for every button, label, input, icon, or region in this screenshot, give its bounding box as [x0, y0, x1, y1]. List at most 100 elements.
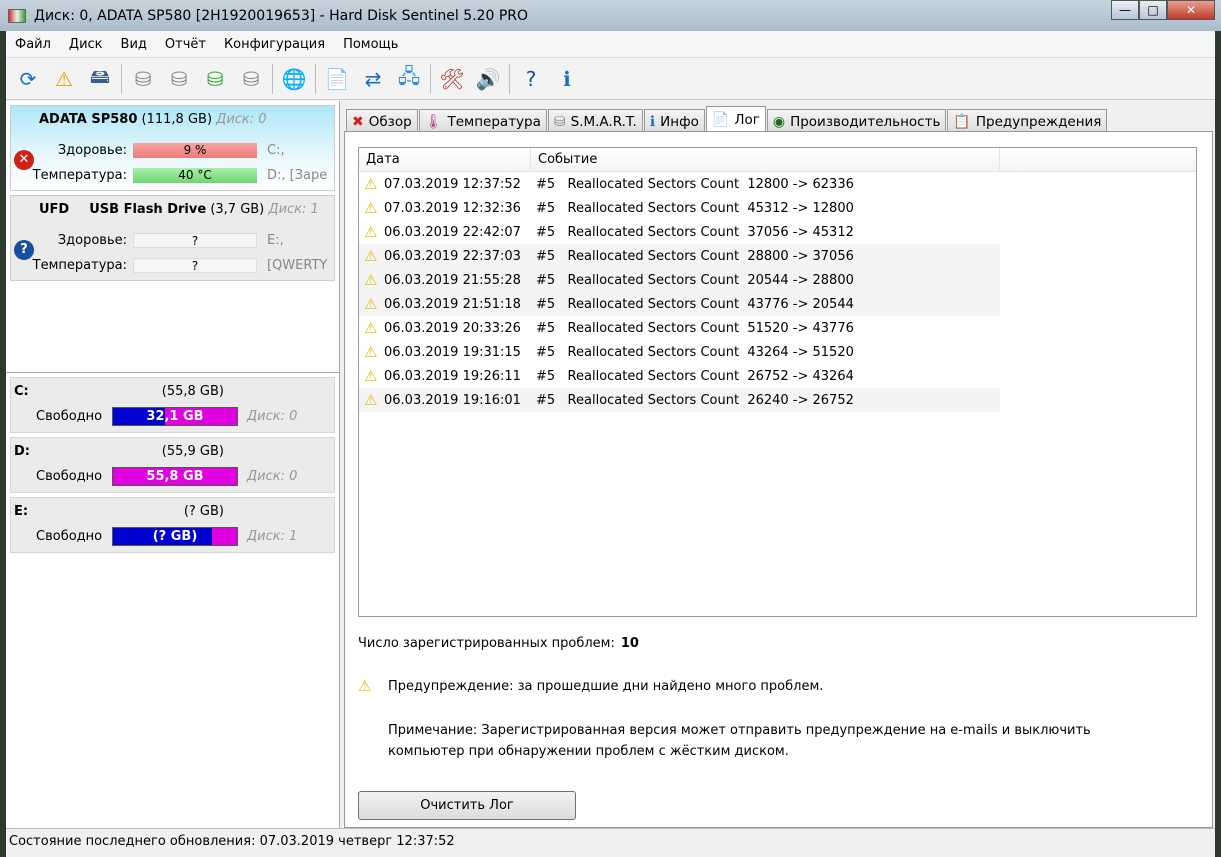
- web-icon[interactable]: 🌐: [278, 63, 310, 95]
- log-event: #5 Reallocated Sectors Count 37056 -> 45…: [536, 224, 854, 240]
- free-space-value: (? GB): [152, 529, 198, 544]
- table-row[interactable]: ⚠ 06.03.2019 21:55:28 #5 Reallocated Secto…: [359, 268, 1000, 292]
- network-icon[interactable]: 🖧: [393, 63, 425, 95]
- column-date[interactable]: Дата: [359, 148, 531, 171]
- note-text: Примечание: Зарегистрированная версия мо…: [388, 723, 1091, 759]
- log-event: #5 Reallocated Sectors Count 45312 -> 12…: [536, 200, 854, 216]
- table-row[interactable]: ⚠ 07.03.2019 12:37:52 #5 Reallocated Secto…: [359, 172, 1000, 196]
- table-row[interactable]: ⚠ 06.03.2019 22:37:03 #5 Reallocated Secto…: [359, 244, 1000, 268]
- tab-4[interactable]: 📄 Лог: [705, 106, 766, 133]
- menu-1[interactable]: Диск: [60, 37, 112, 52]
- free-space-bar: 32,1 GB: [112, 407, 238, 426]
- title-bar: Диск: 0, ADATA SP580 [2H1920019653] - Ha…: [0, 0, 1221, 31]
- disk-name: ADATA SP580: [39, 112, 138, 127]
- tab-5[interactable]: ◉ Производительность: [766, 109, 947, 133]
- warning-icon: ⚠: [364, 342, 378, 361]
- partition-item[interactable]: C: (55,8 GB) Свободно 32,1 GB Диск: 0: [10, 377, 335, 433]
- tab-icon: 📄: [711, 112, 730, 128]
- table-row[interactable]: ⚠ 06.03.2019 19:31:15 #5 Reallocated Secto…: [359, 340, 1000, 364]
- disk-size: (111,8 GB): [141, 112, 213, 127]
- log-date: 06.03.2019 20:33:26: [384, 320, 521, 336]
- partition-size: (? GB): [183, 504, 224, 519]
- minimize-button[interactable]: —: [1111, 0, 1139, 20]
- warning-message: ⚠ Предупреждение: за прошедшие дни найден…: [358, 678, 823, 695]
- table-row[interactable]: ⚠ 06.03.2019 21:51:18 #5 Reallocated Secto…: [359, 292, 1000, 316]
- disk-info-icon[interactable]: ⛁: [163, 63, 195, 95]
- volume-label: D:, [Заре: [267, 167, 328, 183]
- tab-2[interactable]: ⛁ S.M.A.R.T.: [547, 109, 643, 133]
- tab-3[interactable]: ℹ Инфо: [643, 109, 705, 133]
- disk-check-icon[interactable]: ⛁: [199, 63, 231, 95]
- tab-bar: ✖ Обзор 🌡 Температура ⛁ S.M.A.R.T. ℹ Инфо 📄 Лог ◉ П…: [346, 106, 1108, 133]
- tab-icon: ◉: [772, 113, 786, 130]
- volume-label: C:,: [267, 142, 285, 158]
- main-window: Файл Диск Вид Отчёт Конфигурация Помощь ⟳ ⚠ 🖴 ⛁ ⛁…: [6, 31, 1215, 857]
- refresh-icon[interactable]: ⟳: [12, 63, 44, 95]
- sound-icon[interactable]: 🔊: [472, 63, 504, 95]
- help-icon[interactable]: ?: [515, 63, 547, 95]
- health-label: Здоровье:: [57, 142, 127, 158]
- problem-count: Число зарегистрированных проблем: 10: [358, 636, 639, 651]
- column-event[interactable]: Событие: [531, 148, 1000, 171]
- menu-3[interactable]: Отчёт: [156, 37, 215, 52]
- partition-item[interactable]: E: (? GB) Свободно (? GB) Диск: 1: [10, 497, 335, 553]
- temperature-row: Температура: 40 °C D:, [Заре: [11, 167, 327, 183]
- temperature-bar: 40 °C: [133, 167, 257, 183]
- disk-panel: ADATA SP580 (111,8 GB) Диск: 0 ✕ Здоровье:…: [6, 101, 340, 828]
- table-row[interactable]: ⚠ 06.03.2019 22:42:07 #5 Reallocated Secto…: [359, 220, 1000, 244]
- tab-label: Предупреждения: [975, 113, 1102, 130]
- column-empty: [1000, 148, 1196, 171]
- problem-count-value: 10: [620, 636, 639, 651]
- partition-item[interactable]: D: (55,9 GB) Свободно 55,8 GB Диск: 0: [10, 437, 335, 493]
- free-label: Свободно: [36, 529, 103, 544]
- free-space-value: 32,1 GB: [146, 409, 204, 424]
- send-icon[interactable]: ⇄: [357, 63, 389, 95]
- log-date: 07.03.2019 12:37:52: [384, 176, 521, 192]
- toolbar-separator: [430, 63, 431, 94]
- disk-options-icon[interactable]: ⛁: [127, 63, 159, 95]
- warning-icon: ⚠: [364, 390, 378, 409]
- tab-1[interactable]: 🌡 Температура: [418, 109, 547, 133]
- log-date: 07.03.2019 12:32:36: [384, 200, 521, 216]
- table-row[interactable]: ⚠ 06.03.2019 19:26:11 #5 Reallocated Secto…: [359, 364, 1000, 388]
- table-row[interactable]: ⚠ 07.03.2019 12:32:36 #5 Reallocated Secto…: [359, 196, 1000, 220]
- log-date: 06.03.2019 19:26:11: [384, 368, 521, 384]
- log-list[interactable]: Дата Событие ⚠ 07.03.2019 12:37:52 #5 Real…: [358, 147, 1197, 617]
- tab-0[interactable]: ✖ Обзор: [346, 109, 418, 133]
- partition-size: (55,8 GB): [161, 384, 224, 399]
- report-icon[interactable]: 📄: [321, 63, 353, 95]
- tab-6[interactable]: 📋 Предупреждения: [947, 109, 1108, 133]
- table-row[interactable]: ⚠ 06.03.2019 19:16:01 #5 Reallocated Secto…: [359, 388, 1000, 412]
- tools-icon[interactable]: 🛠: [436, 63, 468, 95]
- menu-4[interactable]: Конфигурация: [215, 37, 334, 52]
- partition-disk: Диск: 1: [247, 529, 298, 544]
- alert-icon[interactable]: ⚠: [48, 63, 80, 95]
- disk-number: Диск: 0: [216, 112, 267, 127]
- disk-item[interactable]: UFD USB Flash Drive (3,7 GB) Диск: 1? Здор…: [10, 195, 335, 281]
- tab-icon: ✖: [352, 113, 364, 130]
- disk-name-line: ADATA SP580 (111,8 GB) Диск: 0: [39, 112, 267, 127]
- menu-0[interactable]: Файл: [6, 37, 60, 52]
- table-row[interactable]: ⚠ 06.03.2019 20:33:26 #5 Reallocated Secto…: [359, 316, 1000, 340]
- disk-search-icon[interactable]: ⛁: [235, 63, 267, 95]
- warning-icon: ⚠: [364, 366, 378, 385]
- log-event: #5 Reallocated Sectors Count 43776 -> 20…: [536, 296, 854, 312]
- warning-icon: ⚠: [364, 318, 378, 337]
- menu-5[interactable]: Помощь: [334, 37, 407, 52]
- close-button[interactable]: ✕: [1167, 0, 1215, 20]
- tab-icon: 📋: [953, 113, 971, 130]
- problem-count-label: Число зарегистрированных проблем:: [358, 636, 615, 651]
- log-panel: Дата Событие ⚠ 07.03.2019 12:37:52 #5 Real…: [344, 131, 1213, 828]
- toolbar-separator: [315, 63, 316, 94]
- log-date: 06.03.2019 19:16:01: [384, 392, 521, 408]
- disk-item[interactable]: ADATA SP580 (111,8 GB) Диск: 0 ✕ Здоровье:…: [10, 105, 335, 191]
- log-event: #5 Reallocated Sectors Count 28800 -> 37…: [536, 248, 854, 264]
- menu-2[interactable]: Вид: [112, 37, 156, 52]
- disk-type: UFD: [39, 202, 70, 217]
- info-icon[interactable]: ℹ: [551, 63, 583, 95]
- tab-label: Температура: [447, 113, 541, 130]
- tab-label: Обзор: [368, 113, 412, 130]
- maximize-button[interactable]: □: [1139, 0, 1167, 20]
- clear-log-button[interactable]: Очистить Лог: [358, 791, 576, 820]
- disk-icon[interactable]: 🖴: [84, 63, 116, 95]
